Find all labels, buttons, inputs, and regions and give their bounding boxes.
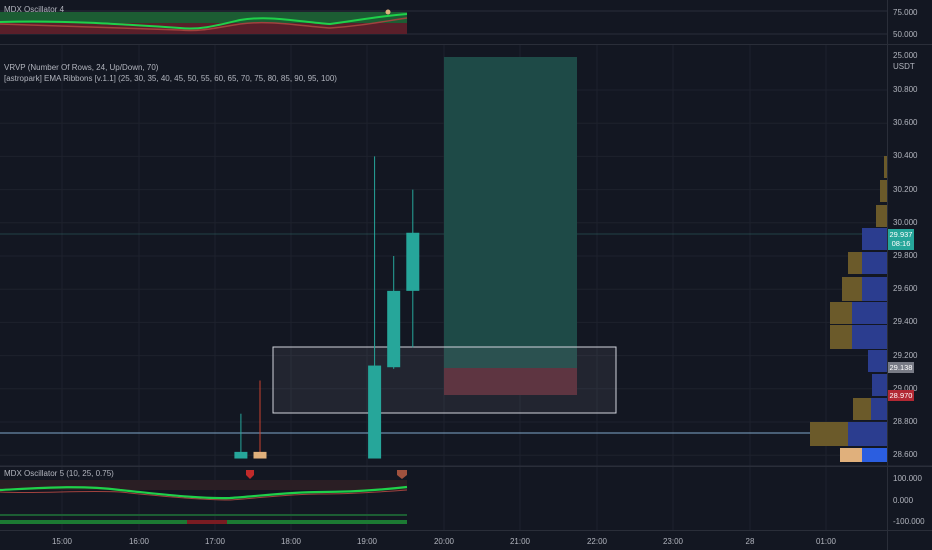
time-scale-label: 15:00 xyxy=(51,537,73,546)
top-scale-label: 75.000 xyxy=(893,8,918,17)
last-price-value: 29.937 xyxy=(889,230,913,239)
top-oscillator-plot xyxy=(0,9,887,35)
grid xyxy=(0,44,887,530)
chart-root[interactable]: MDX Oscillator 4 VRVP (Number Of Rows, 2… xyxy=(0,0,932,550)
legend-ema-ribbons[interactable]: [astropark] EMA Ribbons [v.1.1] (25, 30,… xyxy=(4,74,337,83)
bottom-oscillator-plot xyxy=(0,465,932,524)
rectangle-drawing[interactable] xyxy=(272,346,617,414)
candle-body xyxy=(253,451,267,459)
time-scale-label: 23:00 xyxy=(662,537,684,546)
price-scale-label: 29.600 xyxy=(893,284,918,294)
bottom-scale-label: 100.000 xyxy=(893,474,922,483)
price-scale-label: 28.800 xyxy=(893,417,918,426)
currency-label[interactable]: USDT xyxy=(893,62,915,71)
candle-countdown: 08:16 xyxy=(891,239,911,248)
price-scale-label: 29.400 xyxy=(893,317,918,327)
legend-osc-top[interactable]: MDX Oscillator 4 xyxy=(4,5,64,14)
time-axis-separator xyxy=(0,530,932,531)
candle-body xyxy=(234,451,248,459)
bottom-scale-label: 0.000 xyxy=(893,496,914,505)
price-scale-label: 30.800 xyxy=(893,85,918,94)
legend-vrvp[interactable]: VRVP (Number Of Rows, 24, Up/Down, 70) xyxy=(4,63,158,72)
position-target-zone[interactable] xyxy=(444,57,577,368)
legend-osc-bottom[interactable]: MDX Oscillator 5 (10, 25, 0.75) xyxy=(4,469,114,478)
time-scale-label: 16:00 xyxy=(128,537,150,546)
price-scale-label: 30.000 xyxy=(893,217,918,227)
volume-profile xyxy=(810,156,887,462)
time-scale-label: 22:00 xyxy=(586,537,608,546)
time-scale-label: 20:00 xyxy=(433,537,455,546)
candle-body xyxy=(368,365,382,459)
price-scale-label: 30.600 xyxy=(893,118,918,128)
time-scale-label: 18:00 xyxy=(280,537,302,546)
red-price-tag: 28.970 xyxy=(888,390,914,401)
price-scale-label: 29.800 xyxy=(893,251,918,260)
candle-body xyxy=(406,232,420,291)
time-scale-label: 17:00 xyxy=(204,537,226,546)
price-scale-label: 29.200 xyxy=(893,350,918,360)
pane-separator-top[interactable] xyxy=(0,44,932,45)
bottom-scale-label: -100.000 xyxy=(893,517,925,526)
candle-body xyxy=(387,290,401,368)
grey-price-tag: 29.138 xyxy=(888,362,914,373)
price-scale-label: 28.600 xyxy=(893,450,918,460)
top-scale-label: 25.000 xyxy=(893,51,918,60)
price-scale-label: 30.400 xyxy=(893,151,918,161)
position-tool[interactable] xyxy=(444,57,577,395)
pane-separator-bottom[interactable] xyxy=(0,466,932,467)
time-scale-label: 28 xyxy=(745,537,755,546)
top-scale-label: 50.000 xyxy=(893,30,918,39)
last-price-tag: 29.937 08:16 xyxy=(888,229,914,250)
time-scale-label: 01:00 xyxy=(815,537,837,546)
time-scale-label: 21:00 xyxy=(509,537,531,546)
time-scale-label: 19:00 xyxy=(356,537,378,546)
price-axis-separator xyxy=(887,0,888,550)
price-scale-label: 30.200 xyxy=(893,184,918,194)
